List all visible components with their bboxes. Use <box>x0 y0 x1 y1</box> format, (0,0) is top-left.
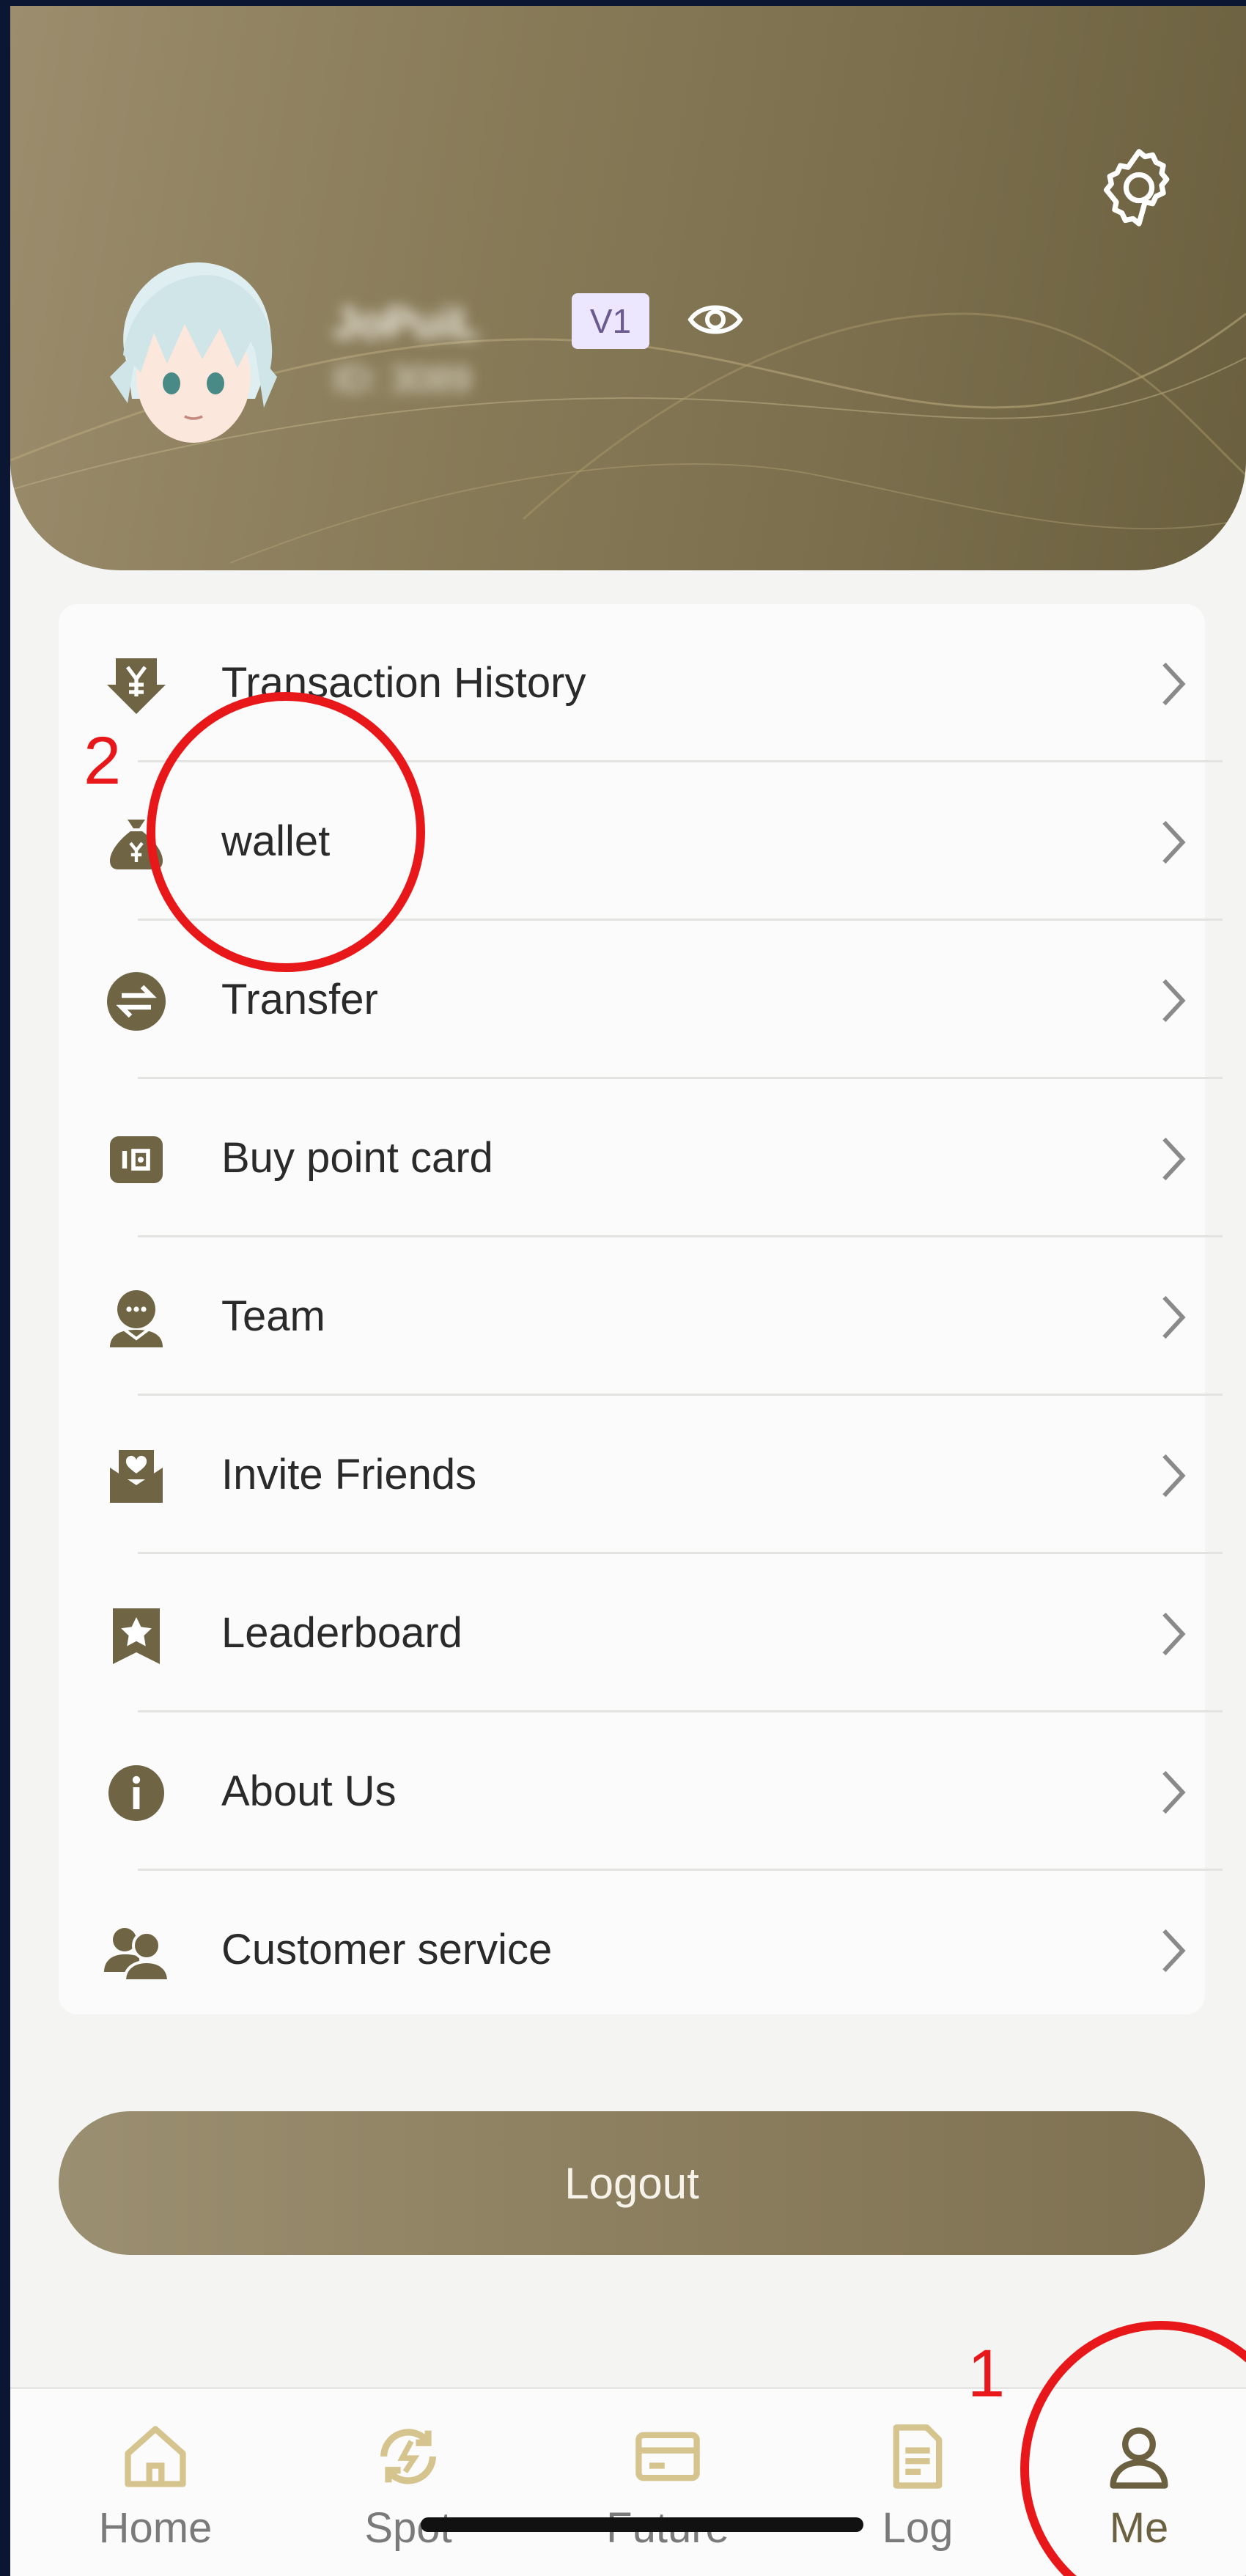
settings-gear-icon[interactable] <box>1094 142 1184 233</box>
tab-spot[interactable]: Spot <box>298 2389 518 2576</box>
transfer-arrows-icon <box>107 972 166 1031</box>
info-icon <box>108 1765 164 1821</box>
yen-download-icon <box>107 658 166 714</box>
menu-item-label: About Us <box>221 1767 397 1815</box>
chevron-right-icon <box>1162 1770 1186 1814</box>
chevron-right-icon <box>1162 979 1186 1023</box>
chevron-right-icon <box>1162 1454 1186 1498</box>
annotation-number: 2 <box>84 724 122 798</box>
chevron-right-icon <box>1162 820 1186 864</box>
annotation-circle-me-tab <box>1020 2321 1246 2576</box>
menu-item-label: Leaderboard <box>221 1609 462 1657</box>
home-indicator <box>421 2517 863 2532</box>
app-screen: JoPuiL ID: 3089 V1 Transaction History w… <box>10 6 1246 2576</box>
avatar[interactable] <box>84 245 303 465</box>
future-card-icon <box>635 2432 700 2481</box>
tab-label: Home <box>98 2504 213 2552</box>
menu-item-invite-friends[interactable]: Invite Friends <box>59 1396 1205 1552</box>
chevron-right-icon <box>1162 1612 1186 1656</box>
menu-item-buy-point-card[interactable]: Buy point card <box>59 1079 1205 1235</box>
home-icon <box>125 2426 186 2487</box>
menu-item-label: Team <box>221 1292 325 1340</box>
chevron-right-icon <box>1162 662 1186 706</box>
annotation-number: 1 <box>967 2336 1006 2411</box>
menu-item-team[interactable]: Team <box>59 1237 1205 1394</box>
menu-item-label: Customer service <box>221 1926 553 1973</box>
chevron-right-icon <box>1162 1295 1186 1339</box>
menu-item-label: Buy point card <box>221 1134 493 1182</box>
log-document-icon <box>893 2424 943 2489</box>
annotation-circle-wallet <box>147 692 425 972</box>
menu-item-leaderboard[interactable]: Leaderboard <box>59 1554 1205 1710</box>
team-chat-icon <box>110 1290 163 1347</box>
tab-home[interactable]: Home <box>45 2389 265 2576</box>
username: JoPuiL <box>333 298 480 347</box>
tab-future[interactable]: Future <box>558 2389 778 2576</box>
profile-header: JoPuiL ID: 3089 V1 <box>10 6 1246 570</box>
tab-log[interactable]: Log <box>808 2389 1028 2576</box>
menu-item-label: Invite Friends <box>221 1451 477 1498</box>
star-badge-icon <box>113 1608 160 1664</box>
menu-item-label: Transfer <box>221 976 378 1023</box>
chevron-right-icon <box>1162 1929 1186 1973</box>
eye-icon[interactable] <box>686 298 745 342</box>
logout-button[interactable]: Logout <box>59 2111 1205 2255</box>
invite-envelope-icon <box>110 1450 163 1503</box>
menu-item-about-us[interactable]: About Us <box>59 1712 1205 1869</box>
chevron-right-icon <box>1162 1137 1186 1181</box>
card-icon <box>110 1136 163 1183</box>
user-id: ID: 3089 <box>333 358 472 400</box>
vip-level-badge: V1 <box>572 293 649 349</box>
customer-service-icon <box>104 1928 171 1982</box>
spot-cycle-icon <box>380 2429 436 2484</box>
menu-item-customer-service[interactable]: Customer service <box>59 1871 1205 2027</box>
